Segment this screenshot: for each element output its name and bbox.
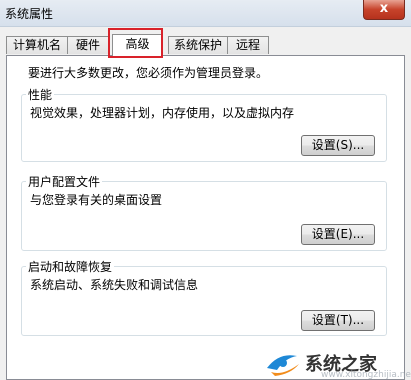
startup-recovery-settings-button[interactable]: 设置(T)... (301, 310, 375, 331)
admin-notice: 要进行大多数更改，您必须作为管理员登录。 (28, 66, 269, 80)
user-profiles-description: 与您登录有关的桌面设置 (30, 193, 163, 207)
performance-settings-button[interactable]: 设置(S)... (301, 135, 375, 156)
system-properties-window: 系统属性 x 计算机名 硬件 高级 系统保护 远程 要进行大多数更改，您必须作为… (0, 0, 411, 380)
performance-group-title: 性能 (26, 86, 55, 103)
advanced-tab-panel: 要进行大多数更改，您必须作为管理员登录。 性能 视觉效果，处理器计划，内存使用，… (6, 55, 405, 380)
performance-group: 性能 视觉效果，处理器计划，内存使用，以及虚拟内存 设置(S)... (21, 86, 387, 162)
tab-system-protection[interactable]: 系统保护 (168, 36, 228, 54)
user-profiles-group: 用户配置文件 与您登录有关的桌面设置 设置(E)... (21, 173, 387, 251)
tab-hardware[interactable]: 硬件 (67, 36, 109, 54)
annotation-highlight-box (108, 28, 163, 58)
user-profiles-group-title: 用户配置文件 (26, 173, 103, 190)
startup-recovery-description: 系统启动、系统失败和调试信息 (30, 278, 199, 292)
startup-recovery-group-title: 启动和故障恢复 (26, 258, 115, 275)
user-profiles-settings-button[interactable]: 设置(E)... (301, 224, 375, 245)
site-watermark: 系统之家 www.xitongzhijia.net (261, 346, 411, 380)
tab-remote[interactable]: 远程 (227, 36, 269, 54)
tab-computer-name[interactable]: 计算机名 (6, 36, 68, 54)
startup-recovery-group: 启动和故障恢复 系统启动、系统失败和调试信息 设置(T)... (21, 258, 387, 336)
watermark-url: www.xitongzhijia.net (321, 370, 411, 380)
performance-description: 视觉效果，处理器计划，内存使用，以及虚拟内存 (30, 106, 295, 120)
watermark-logo-icon (267, 355, 299, 376)
title-bar[interactable]: 系统属性 x (0, 0, 411, 27)
close-button[interactable]: x (363, 0, 405, 20)
window-title: 系统属性 (5, 7, 54, 21)
